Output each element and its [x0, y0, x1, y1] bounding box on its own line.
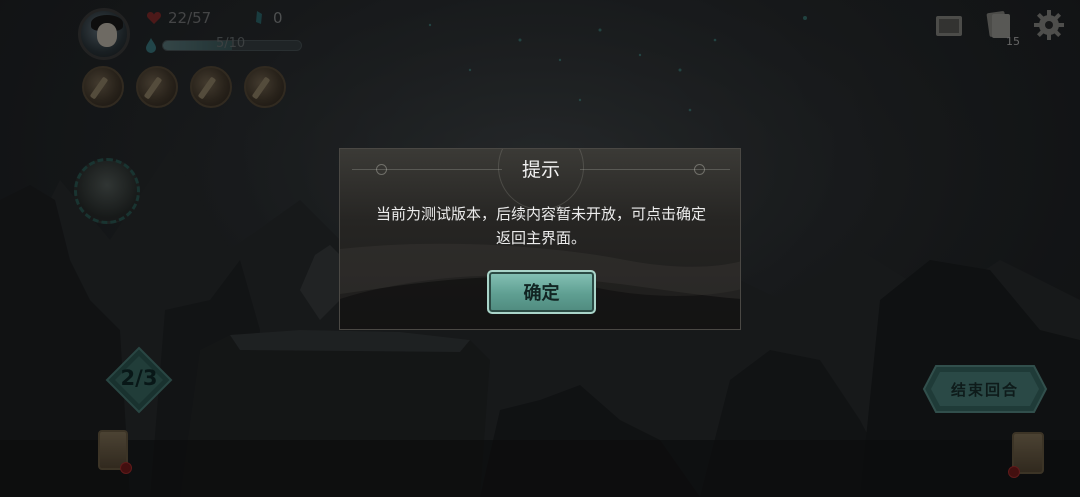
dialog-message-line2: 返回主界面。 [495, 229, 586, 247]
dialog-message-line1: 当前为测试版本，后续内容暂未开放，可点击确定 [375, 205, 706, 223]
dialog-message: 当前为测试版本，后续内容暂未开放，可点击确定 返回主界面。 [358, 202, 724, 250]
notice-dialog: 提示 当前为测试版本，后续内容暂未开放，可点击确定 返回主界面。 确定 [339, 148, 741, 330]
confirm-button[interactable]: 确定 [487, 270, 596, 314]
dialog-title: 提示 [521, 159, 560, 181]
